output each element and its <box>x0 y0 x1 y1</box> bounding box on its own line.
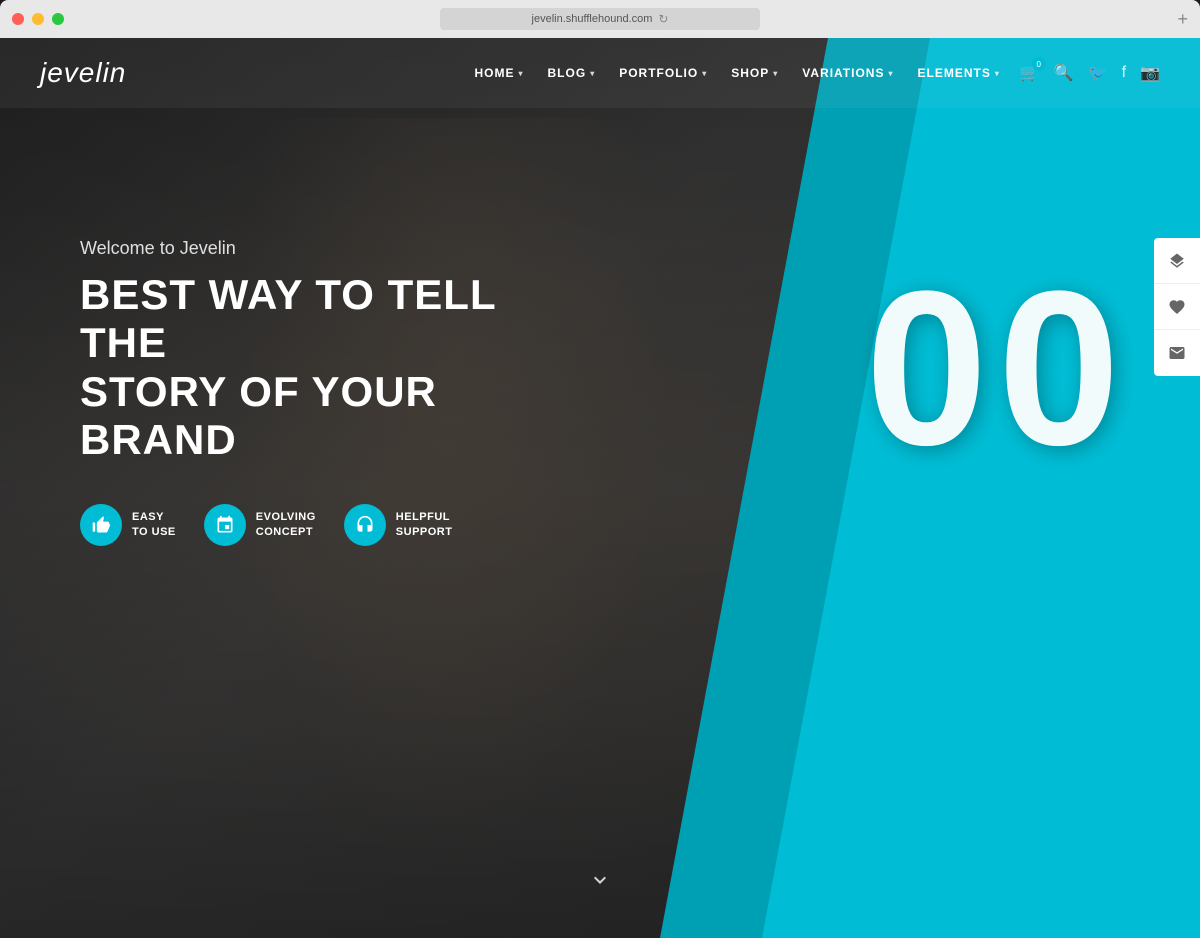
nav-icons: 🛒 0 🔍 🐦 f 📷 <box>1020 63 1160 83</box>
chevron-down-icon: ▾ <box>995 69 1000 78</box>
nav-portfolio-label: PORTFOLIO <box>619 66 698 80</box>
logo[interactable]: jevelin <box>40 57 126 89</box>
nav-item-portfolio[interactable]: PORTFOLIO ▾ <box>619 66 707 80</box>
hero-content: Welcome to Jevelin BEST WAY TO TELL THE … <box>80 238 580 546</box>
headset-icon <box>344 504 386 546</box>
right-sidebar <box>1154 238 1200 376</box>
feature-support-label: HELPFUL SUPPORT <box>396 510 453 541</box>
nav-item-shop[interactable]: SHOP ▾ <box>731 66 778 80</box>
nav-home-label: HOME <box>475 66 515 80</box>
sidebar-mail-button[interactable] <box>1154 330 1200 376</box>
features-row: EASY TO USE EVOLVING CONCEPT <box>80 504 580 546</box>
chevron-down-icon: ▾ <box>519 69 524 78</box>
facebook-icon[interactable]: f <box>1122 64 1126 82</box>
nav-item-elements[interactable]: ELEMENTS ▾ <box>918 66 1000 80</box>
refresh-icon[interactable]: ↻ <box>658 12 668 26</box>
hero-subtitle: Welcome to Jevelin <box>80 238 580 259</box>
url-text: jevelin.shufflehound.com <box>532 13 653 25</box>
hero-title-line1: BEST WAY TO TELL THE <box>80 271 496 366</box>
chevron-down-icon: ▾ <box>888 69 893 78</box>
navbar: jevelin HOME ▾ BLOG ▾ PORTFOLIO ▾ SHOP ▾… <box>0 38 1200 108</box>
twitter-icon[interactable]: 🐦 <box>1088 63 1108 83</box>
big-number-right: 0 <box>998 258 1120 478</box>
nav-blog-label: BLOG <box>548 66 587 80</box>
sidebar-layers-button[interactable] <box>1154 238 1200 284</box>
nav-item-blog[interactable]: BLOG ▾ <box>548 66 596 80</box>
scroll-down-indicator[interactable] <box>588 868 612 898</box>
feature-easy-label: EASY TO USE <box>132 510 176 541</box>
thumbs-up-icon <box>80 504 122 546</box>
cart-badge: 0 <box>1032 57 1046 71</box>
minimize-button[interactable] <box>32 13 44 25</box>
chevron-down-icon: ▾ <box>590 69 595 78</box>
nav-shop-label: SHOP <box>731 66 769 80</box>
new-tab-button[interactable]: + <box>1177 10 1188 28</box>
big-number-left: 0 <box>865 258 987 478</box>
big-numbers: 0 0 <box>865 258 1120 478</box>
hero-title: BEST WAY TO TELL THE STORY OF YOUR BRAND <box>80 271 580 464</box>
address-bar[interactable]: jevelin.shufflehound.com ↻ <box>440 8 760 30</box>
sidebar-wishlist-button[interactable] <box>1154 284 1200 330</box>
website: jevelin HOME ▾ BLOG ▾ PORTFOLIO ▾ SHOP ▾… <box>0 38 1200 938</box>
cart-button[interactable]: 🛒 0 <box>1020 63 1040 83</box>
search-icon[interactable]: 🔍 <box>1054 63 1074 83</box>
feature-helpful-support: HELPFUL SUPPORT <box>344 504 453 546</box>
maximize-button[interactable] <box>52 13 64 25</box>
chevron-down-icon: ▾ <box>702 69 707 78</box>
chevron-down-icon: ▾ <box>773 69 778 78</box>
hero-title-line2: STORY OF YOUR BRAND <box>80 368 437 463</box>
wave-icon <box>204 504 246 546</box>
feature-evolving-label: EVOLVING CONCEPT <box>256 510 316 541</box>
feature-easy-to-use: EASY TO USE <box>80 504 176 546</box>
nav-elements-label: ELEMENTS <box>918 66 991 80</box>
browser-chrome: jevelin.shufflehound.com ↻ + <box>0 0 1200 38</box>
close-button[interactable] <box>12 13 24 25</box>
instagram-icon[interactable]: 📷 <box>1140 63 1160 83</box>
nav-variations-label: VARIATIONS <box>802 66 884 80</box>
nav-item-home[interactable]: HOME ▾ <box>475 66 524 80</box>
feature-evolving-concept: EVOLVING CONCEPT <box>204 504 316 546</box>
nav-item-variations[interactable]: VARIATIONS ▾ <box>802 66 893 80</box>
nav-menu: HOME ▾ BLOG ▾ PORTFOLIO ▾ SHOP ▾ VARIATI… <box>475 66 1000 80</box>
